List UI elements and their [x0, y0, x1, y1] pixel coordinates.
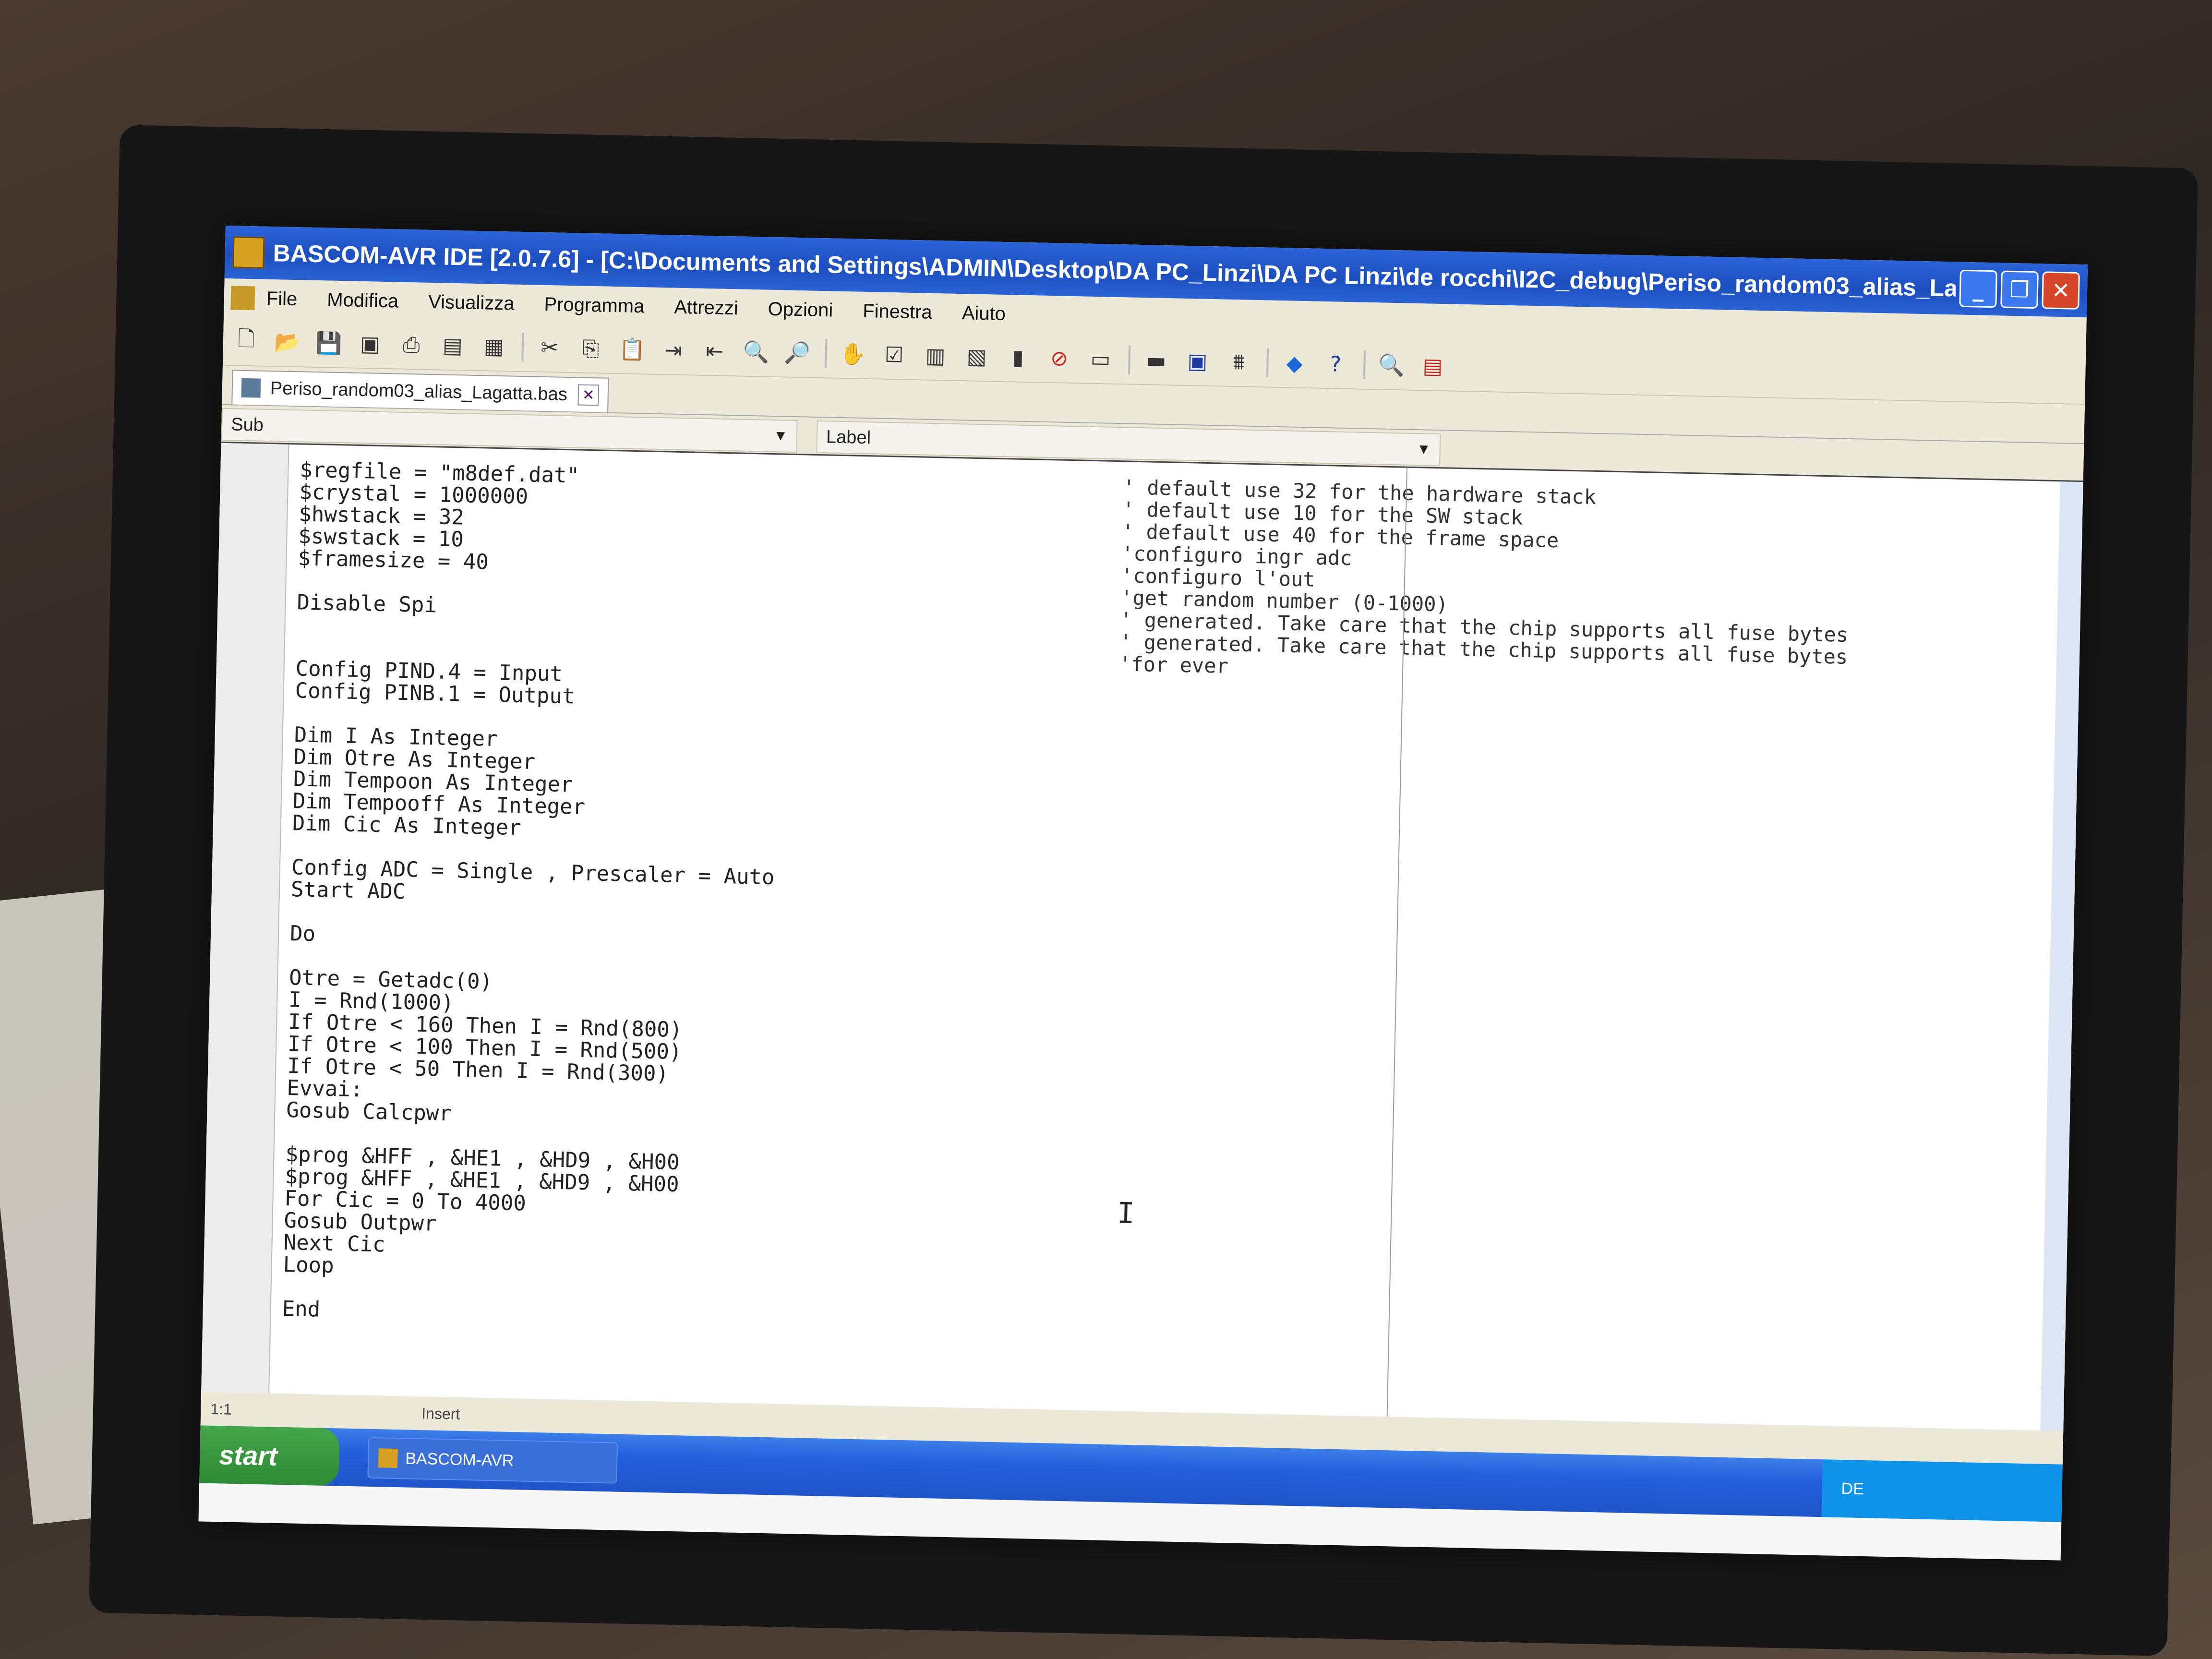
- app-icon: [232, 236, 265, 269]
- print-preview-icon[interactable]: ▤: [439, 332, 466, 359]
- menu-aiuto[interactable]: Aiuto: [962, 302, 1006, 325]
- close-button[interactable]: ✕: [2042, 271, 2080, 310]
- terminal-icon[interactable]: ▭: [1087, 346, 1114, 373]
- print-icon[interactable]: ⎙: [397, 331, 425, 359]
- menu-opzioni[interactable]: Opzioni: [768, 298, 833, 321]
- close-file-icon[interactable]: ▦: [480, 333, 507, 360]
- stop-icon[interactable]: ⊘: [1046, 345, 1073, 372]
- hand-icon[interactable]: ✋: [839, 340, 866, 368]
- code-editor[interactable]: $regfile = "m8def.dat" $crystal = 1000000…: [201, 441, 2083, 1432]
- menu-programma[interactable]: Programma: [544, 293, 645, 317]
- find-next-icon[interactable]: 🔎: [783, 339, 811, 366]
- start-button[interactable]: start: [199, 1425, 340, 1486]
- cursor-position: 1:1: [210, 1400, 232, 1418]
- mouse-ibeam-cursor: I: [1117, 1196, 1135, 1231]
- taskbar-bascom-label: BASCOM-AVR: [405, 1449, 514, 1470]
- save-icon[interactable]: 💾: [315, 329, 342, 357]
- label-combo-label: Label: [826, 426, 871, 448]
- bas-file-icon: [241, 378, 261, 398]
- minimize-icon: _: [1972, 276, 1984, 302]
- code-text[interactable]: $regfile = "m8def.dat" $crystal = 1000000…: [282, 457, 783, 1330]
- cut-icon[interactable]: ✂: [536, 334, 563, 361]
- paste-icon[interactable]: 📋: [618, 336, 646, 363]
- copy-icon[interactable]: ⎘: [577, 335, 604, 362]
- new-file-icon[interactable]: 🗋: [232, 326, 260, 355]
- taskbar-bascom-button[interactable]: BASCOM-AVR: [367, 1437, 618, 1484]
- menu-file[interactable]: File: [266, 288, 297, 310]
- zoom-icon[interactable]: 🔍: [1378, 351, 1405, 379]
- simulator-icon[interactable]: ▬: [1142, 347, 1170, 374]
- toolbar-separator: [521, 332, 524, 362]
- edit-mode: Insert: [421, 1404, 460, 1423]
- lcd-icon[interactable]: ▣: [1184, 348, 1211, 375]
- menu-visualizza[interactable]: Visualizza: [428, 291, 515, 314]
- chevron-down-icon[interactable]: ▼: [1417, 441, 1431, 458]
- help-icon[interactable]: ?: [1322, 350, 1349, 378]
- pdf-icon[interactable]: ▤: [1419, 352, 1446, 380]
- diamond-icon[interactable]: ◆: [1281, 349, 1308, 377]
- menu-attrezzi[interactable]: Attrezzi: [674, 296, 738, 319]
- language-indicator[interactable]: DE: [1841, 1479, 1864, 1499]
- menu-finestra[interactable]: Finestra: [863, 300, 932, 323]
- tab-close-icon[interactable]: ✕: [577, 384, 600, 406]
- open-file-icon[interactable]: 📂: [274, 328, 301, 356]
- monitor-screen: BASCOM-AVR IDE [2.0.7.6] - [C:\Documents…: [198, 226, 2088, 1561]
- toolbar-separator: [1266, 348, 1269, 377]
- toolbar-separator: [1128, 345, 1131, 374]
- chart-icon[interactable]: ⩩: [1225, 349, 1252, 376]
- menu-modifica[interactable]: Modifica: [327, 289, 399, 312]
- sub-combo-label: Sub: [230, 414, 264, 435]
- toolbar-separator: [1363, 350, 1366, 379]
- chevron-down-icon[interactable]: ▼: [773, 428, 788, 445]
- restore-icon: ❐: [2009, 276, 2030, 303]
- compile-icon[interactable]: ▥: [922, 342, 949, 369]
- program-chip-icon[interactable]: ▮: [1004, 344, 1032, 371]
- tab-filename: Periso_random03_alias_Lagatta.bas: [270, 378, 568, 405]
- restore-button[interactable]: ❐: [2000, 270, 2039, 309]
- compile-chips-icon[interactable]: ▧: [963, 343, 990, 370]
- find-icon[interactable]: 🔍: [742, 338, 769, 366]
- system-tray: DE: [1821, 1459, 2063, 1522]
- document-system-icon[interactable]: [230, 286, 255, 311]
- indent-icon[interactable]: ⇥: [660, 337, 687, 364]
- unindent-icon[interactable]: ⇤: [701, 337, 728, 365]
- close-icon: ✕: [2051, 277, 2070, 304]
- syntax-check-icon[interactable]: ☑: [880, 341, 908, 369]
- app-icon: [378, 1448, 398, 1468]
- save-all-icon[interactable]: ▣: [356, 330, 384, 358]
- minimize-button[interactable]: _: [1959, 269, 1997, 308]
- toolbar-separator: [825, 339, 828, 368]
- code-comments[interactable]: ' default use 32 for the hardware stack '…: [1119, 475, 1851, 690]
